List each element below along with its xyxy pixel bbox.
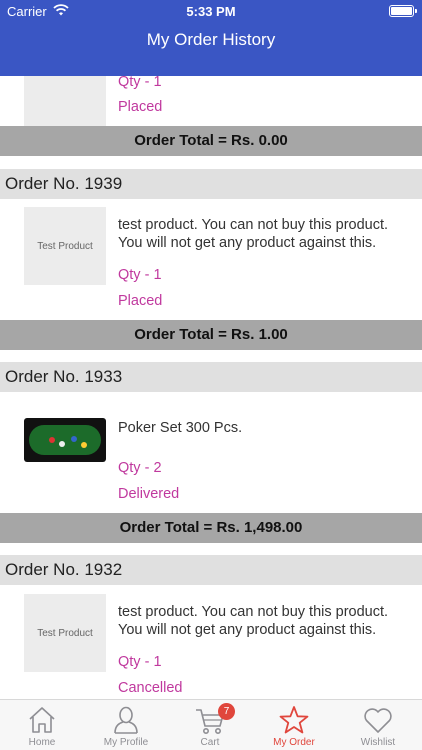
tab-label: My Profile [103,737,149,748]
cart-badge: 7 [218,703,235,720]
order-total: Order Total = Rs. 1,498.00 [0,513,422,543]
item-status: Placed [118,293,163,309]
thumbnail-text: Test Product [37,627,93,639]
product-name[interactable]: test product. You can not buy this produ… [118,603,408,639]
star-icon [279,706,309,734]
item-qty: Qty - 1 [118,267,162,283]
tab-label: Cart [200,737,220,748]
product-thumbnail[interactable] [24,418,106,462]
tab-label: My Order [273,737,315,748]
profile-icon [114,706,138,734]
tab-my-order[interactable]: My Order [252,700,336,750]
item-qty: Qty - 1 [118,76,162,90]
order-number-header[interactable]: Order No. 1933 [0,362,422,392]
status-bar: Carrier 5:33 PM [0,0,422,22]
order-number-header[interactable]: Order No. 1939 [0,169,422,199]
tab-cart[interactable]: 7 Cart [168,700,252,750]
heart-icon [364,708,392,733]
tab-home[interactable]: Home [0,700,84,750]
product-name[interactable]: test product. You can not buy this produ… [118,216,408,252]
item-qty: Qty - 1 [118,654,162,670]
product-thumbnail[interactable]: Test Product [24,207,106,285]
poker-table-image [29,425,101,455]
order-total: Order Total = Rs. 1.00 [0,320,422,350]
tab-wishlist[interactable]: Wishlist [336,700,420,750]
app-header: Carrier 5:33 PM My Order History [0,0,422,76]
thumbnail-text: Test Product [37,240,93,252]
order-history-list[interactable]: Qty - 1 Placed Order Total = Rs. 0.00 Or… [0,76,422,699]
product-thumbnail[interactable]: Test Product [24,594,106,672]
tab-bar: Home My Profile 7 Cart My Order Wishlist [0,699,422,750]
tab-label: Home [28,737,56,748]
battery-icon [389,5,417,17]
page-title: My Order History [146,30,276,49]
item-status: Cancelled [118,680,183,696]
home-icon [29,707,55,733]
order-total: Order Total = Rs. 0.00 [0,126,422,156]
item-status: Placed [118,99,163,115]
item-qty: Qty - 2 [118,460,162,476]
order-number-header[interactable]: Order No. 1932 [0,555,422,585]
product-name[interactable]: Poker Set 300 Pcs. [118,419,408,437]
item-status: Delivered [118,486,180,502]
tab-label: Wishlist [360,737,396,748]
clock: 5:33 PM [186,4,236,19]
tab-my-profile[interactable]: My Profile [84,700,168,750]
